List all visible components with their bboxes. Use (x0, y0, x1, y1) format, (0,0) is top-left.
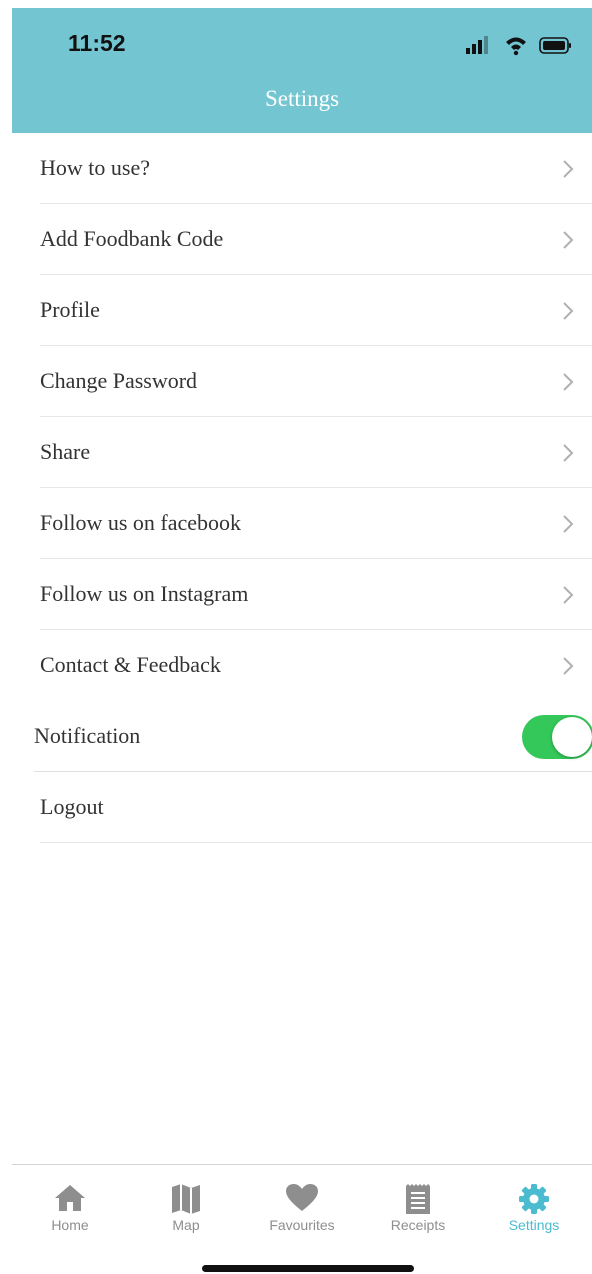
settings-item-label: Contact & Feedback (40, 652, 221, 677)
chevron-right-icon (563, 586, 574, 604)
gear-icon (519, 1184, 549, 1214)
chevron-right-icon (563, 231, 574, 249)
settings-item-label: Add Foodbank Code (40, 226, 224, 251)
tab-bar: Home Map Favourites Receipts Settings (12, 1164, 592, 1274)
page-title: Settings (264, 86, 340, 111)
signal-icon (466, 36, 571, 56)
settings-item-notification: Notification (34, 701, 592, 772)
chevron-right-icon (563, 444, 574, 462)
tab-receipts[interactable]: Receipts (360, 1165, 476, 1245)
settings-item-add-foodbank-code[interactable]: Add Foodbank Code (40, 204, 592, 275)
tab-label: Favourites (269, 1217, 335, 1233)
notification-label: Notification (34, 723, 141, 748)
tab-home[interactable]: Home (12, 1165, 128, 1245)
app-header: 11:52 Settings (12, 8, 592, 133)
status-icons (464, 34, 576, 56)
settings-item-label: Follow us on Instagram (40, 581, 249, 606)
chevron-right-icon (563, 302, 574, 320)
settings-item-label: How to use? (40, 155, 150, 180)
toggle-knob (552, 717, 592, 757)
screen: 11:52 Settings How to use? Add Foodbank (0, 0, 592, 1274)
settings-item-profile[interactable]: Profile (40, 275, 592, 346)
chevron-right-icon (563, 657, 574, 675)
tab-map[interactable]: Map (128, 1165, 244, 1245)
heart-icon (286, 1184, 318, 1211)
home-icon (55, 1185, 85, 1211)
tab-label: Home (51, 1217, 89, 1233)
chevron-right-icon (563, 515, 574, 533)
receipt-icon (406, 1184, 430, 1214)
logout-label: Logout (40, 794, 104, 819)
settings-item-label: Change Password (40, 368, 198, 393)
chevron-right-icon (563, 160, 574, 178)
status-time: 11:52 (68, 30, 126, 56)
tab-settings[interactable]: Settings (476, 1165, 592, 1245)
settings-item-instagram[interactable]: Follow us on Instagram (40, 559, 592, 630)
tab-favourites[interactable]: Favourites (244, 1165, 360, 1245)
settings-item-label: Follow us on facebook (40, 510, 242, 535)
settings-item-share[interactable]: Share (40, 417, 592, 488)
chevron-right-icon (563, 373, 574, 391)
logout-button[interactable]: Logout (40, 772, 592, 843)
tab-label: Receipts (390, 1217, 446, 1233)
settings-item-facebook[interactable]: Follow us on facebook (40, 488, 592, 559)
settings-item-how-to-use[interactable]: How to use? (40, 133, 592, 204)
home-indicator[interactable] (202, 1265, 414, 1272)
settings-item-label: Share (40, 439, 91, 464)
tab-label: Settings (508, 1217, 560, 1233)
tab-label: Map (172, 1217, 200, 1233)
settings-item-contact-feedback[interactable]: Contact & Feedback (40, 630, 592, 701)
notification-toggle[interactable] (522, 715, 592, 759)
map-icon (172, 1184, 200, 1214)
settings-item-label: Profile (40, 297, 100, 322)
settings-item-change-password[interactable]: Change Password (40, 346, 592, 417)
